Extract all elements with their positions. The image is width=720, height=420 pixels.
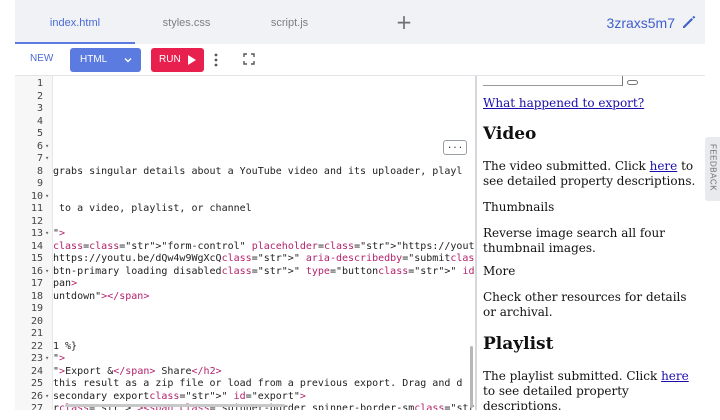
line-number: 10 (30, 190, 43, 202)
line-number: 6 (36, 140, 43, 152)
fold-toggle[interactable]: ▾ (45, 267, 51, 275)
thumbnails-text: Thumbnails (483, 200, 555, 214)
check-resources-text: Check other resources for details or arc… (483, 290, 687, 319)
line-number: 2 (36, 90, 43, 102)
fold-toggle[interactable]: ▾ (45, 154, 51, 162)
code-line: "> (53, 228, 66, 239)
line-number: 23 (30, 353, 43, 364)
fullscreen-icon[interactable] (243, 53, 255, 65)
line-number: 20 (30, 315, 43, 327)
run-label: RUN (159, 54, 181, 65)
reverse-search-text: Reverse image search all four thumbnail … (483, 226, 665, 255)
line-number: 16 (30, 265, 43, 277)
line-number: 4 (36, 115, 43, 127)
code-line: this result as a zip file or load from a… (53, 378, 463, 389)
code-line: class=class="str">"form-control" placeho… (53, 240, 475, 252)
code-area[interactable]: grabs singular details about a YouTube v… (53, 76, 475, 410)
line-number: 7 (36, 153, 43, 164)
play-icon (188, 55, 196, 65)
clipped-input-edge (622, 76, 623, 86)
vertical-scrollbar[interactable] (470, 346, 473, 408)
line-number: 11 (30, 203, 43, 214)
line-number: 13 (30, 228, 43, 239)
tab-script-js[interactable]: script.js (243, 0, 336, 44)
line-number: 19 (30, 303, 43, 314)
line-number: 3 (36, 103, 43, 114)
fold-toggle[interactable]: ▾ (45, 192, 51, 200)
video-description: The video submitted. Click here to see d… (483, 159, 696, 188)
code-line: btn-primary loading disabledclass="str">… (53, 265, 475, 277)
video-heading: Video (483, 124, 537, 144)
line-number: 14 (30, 240, 43, 252)
line-number: 12 (30, 215, 43, 227)
fold-ellipsis-button[interactable]: ... (443, 140, 467, 155)
line-number: 25 (30, 378, 43, 389)
preview-pane: What happened to export? Video The video… (477, 76, 705, 410)
fold-toggle[interactable]: ▾ (45, 142, 51, 150)
bottom-strip (15, 410, 705, 420)
new-button[interactable]: NEW (30, 53, 53, 64)
clipped-control (627, 80, 638, 85)
horizontal-scrollbar[interactable] (65, 404, 285, 407)
line-number: 22 (30, 340, 43, 352)
playlist-heading: Playlist (483, 334, 554, 354)
line-number: 18 (30, 290, 43, 302)
code-line: secondary exportclass="str">" id="export… (53, 390, 306, 402)
line-number: 9 (36, 178, 43, 189)
fold-toggle[interactable]: ▾ (45, 354, 51, 362)
add-tab-button[interactable]: + (394, 10, 414, 34)
project-name[interactable]: 3zraxs5m7 (607, 0, 675, 44)
line-number: 24 (30, 365, 43, 377)
code-line: https://youtu.be/dQw4w9WgXcQclass="str">… (53, 253, 475, 264)
video-here-link[interactable]: here (650, 159, 678, 173)
feedback-label: FEEDBACK (708, 143, 718, 192)
code-line: ">Export &</span> Share</h2> (53, 365, 222, 377)
code-line: to a video, playlist, or channel (53, 203, 252, 214)
line-number: 27 (30, 403, 43, 410)
line-number: 8 (36, 165, 43, 177)
line-number: 1 (36, 78, 43, 89)
line-number: 5 (36, 128, 43, 139)
line-number: 26 (30, 390, 43, 402)
feedback-tab[interactable]: FEEDBACK (705, 137, 720, 201)
tab-bar: index.html styles.css script.js + 3zraxs… (15, 0, 705, 44)
more-text: More (483, 264, 516, 278)
export-link[interactable]: What happened to export? (483, 96, 644, 110)
code-line: pan> (53, 278, 78, 289)
line-number: 21 (30, 328, 43, 339)
code-line: grabs singular details about a YouTube v… (53, 165, 463, 177)
run-button[interactable]: RUN (151, 48, 204, 72)
code-line: "> (53, 353, 66, 364)
fold-toggle[interactable]: ▾ (45, 392, 51, 400)
code-line: 1 %} (53, 340, 78, 352)
fold-toggle[interactable]: ▾ (45, 229, 51, 237)
language-select-button[interactable]: HTML (70, 48, 141, 72)
editor-toolbar: NEW HTML RUN (15, 44, 705, 76)
more-vertical-icon[interactable] (211, 52, 221, 68)
chevron-down-icon (124, 58, 132, 63)
clipped-input (483, 76, 623, 86)
tab-index-html[interactable]: index.html (15, 0, 135, 44)
line-number: 17 (30, 278, 43, 289)
code-editor[interactable]: 1 2 3 4 5 6 ▾ 7 ▾ 8 9 10 ▾ 11 12 13 ▾ 14 15 16 ▾ 17 18 19 20 21 22… (15, 76, 475, 410)
line-number-gutter: 1 2 3 4 5 6 ▾ 7 ▾ 8 9 10 ▾ 11 12 13 ▾ 14 15 16 ▾ 17 18 19 20 21 22… (15, 76, 53, 410)
playlist-here-link[interactable]: here (661, 369, 689, 383)
playlist-description: The playlist submitted. Click here to se… (483, 369, 689, 410)
code-line: untdown"></span> (53, 290, 150, 302)
line-number: 15 (30, 253, 43, 264)
language-label: HTML (80, 54, 108, 65)
tab-styles-css[interactable]: styles.css (130, 0, 243, 44)
pencil-icon[interactable] (681, 14, 697, 30)
